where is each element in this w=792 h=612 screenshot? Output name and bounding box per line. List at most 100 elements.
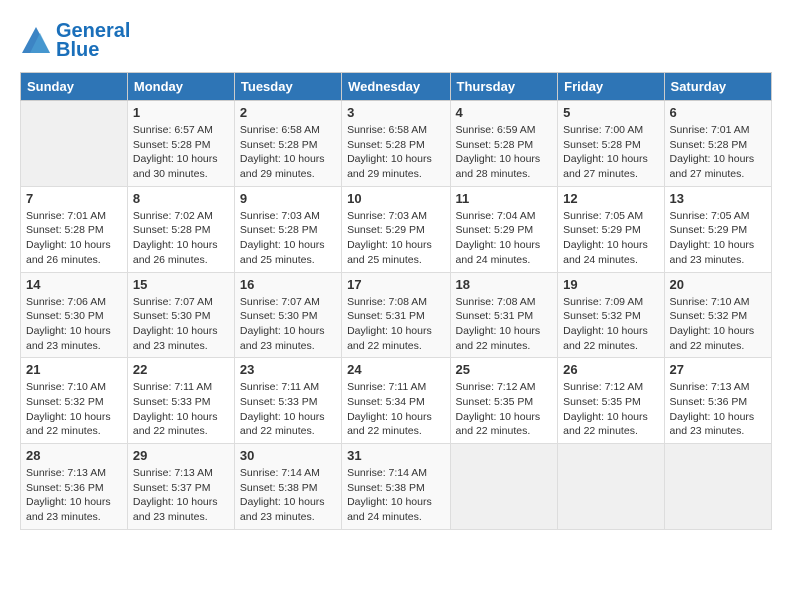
day-number: 26: [563, 362, 658, 377]
day-info: Sunrise: 6:58 AM Sunset: 5:28 PM Dayligh…: [347, 123, 444, 182]
calendar-cell: 8 Sunrise: 7:02 AM Sunset: 5:28 PM Daylig…: [127, 186, 234, 272]
day-number: 21: [26, 362, 122, 377]
calendar-cell: 18 Sunrise: 7:08 AM Sunset: 5:31 PM Dayli…: [450, 272, 558, 358]
day-number: 13: [670, 191, 766, 206]
day-number: 7: [26, 191, 122, 206]
calendar-cell: 10 Sunrise: 7:03 AM Sunset: 5:29 PM Dayli…: [342, 186, 450, 272]
calendar-body: 1 Sunrise: 6:57 AM Sunset: 5:28 PM Daylig…: [21, 101, 772, 530]
calendar-cell: 7 Sunrise: 7:01 AM Sunset: 5:28 PM Daylig…: [21, 186, 128, 272]
day-number: 20: [670, 277, 766, 292]
calendar-cell: 6Sunrise: 7:01 AM Sunset: 5:28 PM Daylig…: [664, 101, 771, 187]
calendar-cell: 9 Sunrise: 7:03 AM Sunset: 5:28 PM Daylig…: [234, 186, 341, 272]
calendar-cell: [21, 101, 128, 187]
day-number: 16: [240, 277, 336, 292]
page-header: General Blue: [20, 20, 772, 62]
day-info: Sunrise: 6:57 AM Sunset: 5:28 PM Dayligh…: [133, 123, 229, 182]
day-info: Sunrise: 7:08 AM Sunset: 5:31 PM Dayligh…: [456, 295, 553, 354]
calendar-cell: 15 Sunrise: 7:07 AM Sunset: 5:30 PM Dayli…: [127, 272, 234, 358]
day-number: 9: [240, 191, 336, 206]
calendar-cell: 2 Sunrise: 6:58 AM Sunset: 5:28 PM Daylig…: [234, 101, 341, 187]
day-number: 3: [347, 105, 444, 120]
calendar-cell: 23 Sunrise: 7:11 AM Sunset: 5:33 PM Dayli…: [234, 358, 341, 444]
calendar-cell: 3 Sunrise: 6:58 AM Sunset: 5:28 PM Daylig…: [342, 101, 450, 187]
calendar-cell: 21 Sunrise: 7:10 AM Sunset: 5:32 PM Dayli…: [21, 358, 128, 444]
day-info: Sunrise: 7:03 AM Sunset: 5:29 PM Dayligh…: [347, 209, 444, 268]
day-info: Sunrise: 6:58 AM Sunset: 5:28 PM Dayligh…: [240, 123, 336, 182]
calendar-cell: 14 Sunrise: 7:06 AM Sunset: 5:30 PM Dayli…: [21, 272, 128, 358]
day-header-wednesday: Wednesday: [342, 73, 450, 101]
day-number: 24: [347, 362, 444, 377]
day-info: Sunrise: 7:10 AM Sunset: 5:32 PM Dayligh…: [26, 380, 122, 439]
calendar-cell: 20 Sunrise: 7:10 AM Sunset: 5:32 PM Dayli…: [664, 272, 771, 358]
calendar-cell: 29 Sunrise: 7:13 AM Sunset: 5:37 PM Dayli…: [127, 444, 234, 530]
day-number: 22: [133, 362, 229, 377]
day-number: 15: [133, 277, 229, 292]
day-info: Sunrise: 7:11 AM Sunset: 5:34 PM Dayligh…: [347, 380, 444, 439]
day-number: 6: [670, 105, 766, 120]
day-header-thursday: Thursday: [450, 73, 558, 101]
day-number: 19: [563, 277, 658, 292]
calendar-cell: 12 Sunrise: 7:05 AM Sunset: 5:29 PM Dayli…: [558, 186, 664, 272]
day-number: 2: [240, 105, 336, 120]
calendar-cell: [558, 444, 664, 530]
calendar-cell: 24 Sunrise: 7:11 AM Sunset: 5:34 PM Dayli…: [342, 358, 450, 444]
day-number: 30: [240, 448, 336, 463]
day-number: 31: [347, 448, 444, 463]
day-number: 18: [456, 277, 553, 292]
calendar-cell: 22Sunrise: 7:11 AM Sunset: 5:33 PM Dayli…: [127, 358, 234, 444]
day-header-saturday: Saturday: [664, 73, 771, 101]
day-info: Sunrise: 7:05 AM Sunset: 5:29 PM Dayligh…: [670, 209, 766, 268]
day-number: 23: [240, 362, 336, 377]
day-number: 10: [347, 191, 444, 206]
day-number: 25: [456, 362, 553, 377]
calendar-cell: [450, 444, 558, 530]
logo: General Blue: [20, 20, 130, 62]
calendar-cell: 26 Sunrise: 7:12 AM Sunset: 5:35 PM Dayli…: [558, 358, 664, 444]
day-number: 8: [133, 191, 229, 206]
day-info: Sunrise: 7:05 AM Sunset: 5:29 PM Dayligh…: [563, 209, 658, 268]
calendar-cell: 11 Sunrise: 7:04 AM Sunset: 5:29 PM Dayli…: [450, 186, 558, 272]
calendar-cell: 31 Sunrise: 7:14 AM Sunset: 5:38 PM Dayli…: [342, 444, 450, 530]
calendar-cell: 28 Sunrise: 7:13 AM Sunset: 5:36 PM Dayli…: [21, 444, 128, 530]
day-info: Sunrise: 7:13 AM Sunset: 5:37 PM Dayligh…: [133, 466, 229, 525]
day-number: 12: [563, 191, 658, 206]
calendar-cell: 13 Sunrise: 7:05 AM Sunset: 5:29 PM Dayli…: [664, 186, 771, 272]
day-header-sunday: Sunday: [21, 73, 128, 101]
day-number: 14: [26, 277, 122, 292]
day-info: Sunrise: 7:00 AM Sunset: 5:28 PM Dayligh…: [563, 123, 658, 182]
day-number: 1: [133, 105, 229, 120]
day-info: Sunrise: 7:04 AM Sunset: 5:29 PM Dayligh…: [456, 209, 553, 268]
calendar-cell: 4 Sunrise: 6:59 AM Sunset: 5:28 PM Daylig…: [450, 101, 558, 187]
day-number: 5: [563, 105, 658, 120]
day-info: Sunrise: 7:14 AM Sunset: 5:38 PM Dayligh…: [347, 466, 444, 525]
calendar-week-2: 7 Sunrise: 7:01 AM Sunset: 5:28 PM Daylig…: [21, 186, 772, 272]
calendar-header-row: SundayMondayTuesdayWednesdayThursdayFrid…: [21, 73, 772, 101]
calendar-week-3: 14 Sunrise: 7:06 AM Sunset: 5:30 PM Dayli…: [21, 272, 772, 358]
calendar-cell: 27Sunrise: 7:13 AM Sunset: 5:36 PM Dayli…: [664, 358, 771, 444]
day-number: 11: [456, 191, 553, 206]
calendar-cell: [664, 444, 771, 530]
calendar-week-1: 1 Sunrise: 6:57 AM Sunset: 5:28 PM Daylig…: [21, 101, 772, 187]
day-info: Sunrise: 7:03 AM Sunset: 5:28 PM Dayligh…: [240, 209, 336, 268]
calendar-cell: 5 Sunrise: 7:00 AM Sunset: 5:28 PM Daylig…: [558, 101, 664, 187]
day-info: Sunrise: 7:01 AM Sunset: 5:28 PM Dayligh…: [26, 209, 122, 268]
day-info: Sunrise: 7:11 AM Sunset: 5:33 PM Dayligh…: [240, 380, 336, 439]
day-number: 28: [26, 448, 122, 463]
day-info: Sunrise: 7:02 AM Sunset: 5:28 PM Dayligh…: [133, 209, 229, 268]
day-number: 29: [133, 448, 229, 463]
day-info: Sunrise: 7:06 AM Sunset: 5:30 PM Dayligh…: [26, 295, 122, 354]
day-info: Sunrise: 7:07 AM Sunset: 5:30 PM Dayligh…: [133, 295, 229, 354]
calendar-cell: 30Sunrise: 7:14 AM Sunset: 5:38 PM Dayli…: [234, 444, 341, 530]
day-info: Sunrise: 6:59 AM Sunset: 5:28 PM Dayligh…: [456, 123, 553, 182]
day-info: Sunrise: 7:13 AM Sunset: 5:36 PM Dayligh…: [26, 466, 122, 525]
calendar-week-5: 28 Sunrise: 7:13 AM Sunset: 5:36 PM Dayli…: [21, 444, 772, 530]
calendar-cell: 19Sunrise: 7:09 AM Sunset: 5:32 PM Dayli…: [558, 272, 664, 358]
day-number: 4: [456, 105, 553, 120]
day-info: Sunrise: 7:08 AM Sunset: 5:31 PM Dayligh…: [347, 295, 444, 354]
day-info: Sunrise: 7:12 AM Sunset: 5:35 PM Dayligh…: [563, 380, 658, 439]
day-header-monday: Monday: [127, 73, 234, 101]
calendar-week-4: 21 Sunrise: 7:10 AM Sunset: 5:32 PM Dayli…: [21, 358, 772, 444]
day-info: Sunrise: 7:10 AM Sunset: 5:32 PM Dayligh…: [670, 295, 766, 354]
day-header-friday: Friday: [558, 73, 664, 101]
calendar-cell: 25Sunrise: 7:12 AM Sunset: 5:35 PM Dayli…: [450, 358, 558, 444]
